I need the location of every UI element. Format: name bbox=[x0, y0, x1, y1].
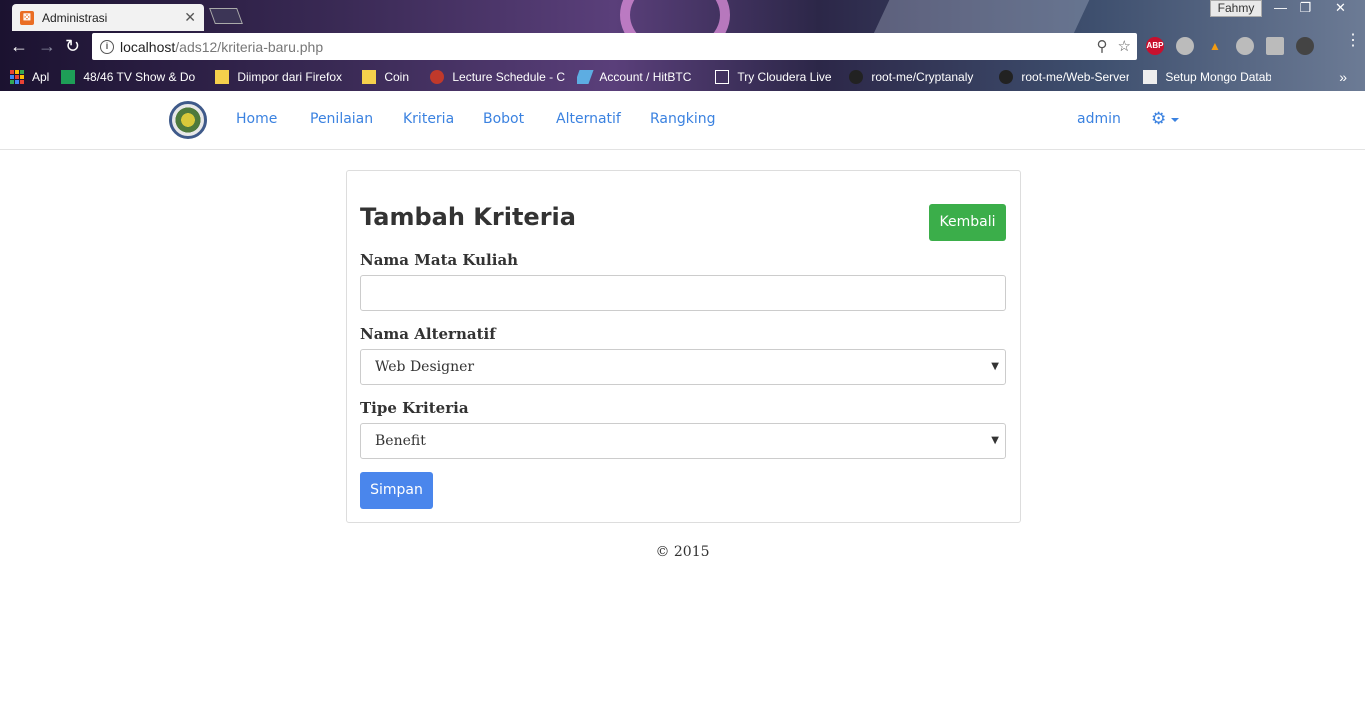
nav-home[interactable]: Home bbox=[236, 111, 277, 127]
zoom-icon[interactable]: ⚲ bbox=[1097, 37, 1108, 55]
nav-bobot[interactable]: Bobot bbox=[483, 111, 524, 127]
tab-title: Administrasi bbox=[42, 10, 108, 25]
bookmark-item[interactable]: root-me/Cryptanaly bbox=[849, 69, 989, 84]
extension-icon[interactable]: ▲ bbox=[1206, 37, 1224, 55]
apps-grid-icon bbox=[10, 69, 24, 84]
bird-icon bbox=[577, 69, 594, 84]
info-icon[interactable]: i bbox=[100, 39, 114, 54]
new-tab-button[interactable] bbox=[209, 8, 243, 24]
bookmark-item[interactable]: Setup Mongo Datab bbox=[1143, 69, 1271, 84]
more-bookmarks-icon[interactable]: » bbox=[1339, 69, 1347, 85]
reload-icon[interactable]: ↻ bbox=[65, 37, 80, 55]
apple-icon bbox=[430, 69, 445, 84]
tipe-kriteria-select[interactable]: Benefit ▼ bbox=[360, 423, 1006, 459]
bookmark-apps[interactable]: Apl bbox=[10, 69, 49, 84]
page-icon bbox=[1143, 69, 1158, 84]
alternatif-select[interactable]: Web Designer ▼ bbox=[360, 349, 1006, 385]
back-button[interactable]: Kembali bbox=[929, 204, 1006, 241]
folder-icon bbox=[215, 69, 230, 84]
github-icon bbox=[849, 69, 864, 84]
sheets-icon bbox=[61, 69, 76, 84]
extension-icon[interactable] bbox=[1266, 37, 1284, 55]
close-tab-icon[interactable]: ✕ bbox=[184, 9, 196, 26]
adblock-icon[interactable]: ABP bbox=[1146, 37, 1164, 55]
maximize-icon[interactable]: ❐ bbox=[1293, 0, 1318, 17]
field-label-tipe: Tipe Kriteria bbox=[360, 399, 469, 417]
bookmark-item[interactable]: 48/46 TV Show & Do bbox=[61, 69, 201, 84]
close-window-icon[interactable]: ✕ bbox=[1318, 0, 1363, 17]
nav-user[interactable]: admin bbox=[1077, 111, 1121, 127]
nav-kriteria[interactable]: Kriteria bbox=[403, 111, 454, 127]
extension-icon[interactable] bbox=[1236, 37, 1254, 55]
bookmarks-bar: Apl 48/46 TV Show & Do Diimpor dari Fire… bbox=[0, 62, 1365, 91]
browser-tab[interactable]: ⊠ Administrasi ✕ bbox=[12, 4, 204, 31]
xampp-icon: ⊠ bbox=[20, 10, 34, 25]
bookmark-item[interactable]: Try Cloudera Live bbox=[715, 69, 839, 84]
nav-alternatif[interactable]: Alternatif bbox=[556, 111, 621, 127]
profile-button[interactable]: Fahmy bbox=[1210, 0, 1262, 17]
page-title: Tambah Kriteria bbox=[360, 203, 576, 231]
github-icon bbox=[999, 69, 1014, 84]
bookmark-item[interactable]: Lecture Schedule - C bbox=[430, 69, 565, 84]
star-icon[interactable]: ☆ bbox=[1118, 37, 1131, 55]
page-icon bbox=[715, 69, 730, 84]
back-arrow-icon[interactable]: ← bbox=[10, 37, 28, 55]
forward-arrow-icon[interactable]: → bbox=[38, 37, 56, 55]
bookmark-item[interactable]: root-me/Web-Server bbox=[999, 69, 1129, 84]
caret-down-icon[interactable] bbox=[1171, 118, 1179, 122]
dropdown-arrow-icon: ▼ bbox=[991, 361, 999, 372]
form-card: Tambah Kriteria Kembali Nama Mata Kuliah… bbox=[346, 170, 1021, 523]
minimize-icon[interactable]: — bbox=[1268, 0, 1293, 17]
address-bar[interactable]: i localhost/ads12/kriteria-baru.php ⚲ ☆ bbox=[92, 33, 1137, 60]
browser-toolbar: ← → ↻ i localhost/ads12/kriteria-baru.ph… bbox=[0, 31, 1365, 62]
nav-penilaian[interactable]: Penilaian bbox=[310, 111, 373, 127]
navbar: Home Penilaian Kriteria Bobot Alternatif… bbox=[0, 91, 1365, 150]
footer-copyright: © 2015 bbox=[655, 544, 710, 560]
field-label-mata-kuliah: Nama Mata Kuliah bbox=[360, 251, 519, 269]
mata-kuliah-input[interactable] bbox=[360, 275, 1006, 311]
menu-icon[interactable]: ⋮ bbox=[1345, 33, 1361, 49]
gear-icon[interactable]: ⚙ bbox=[1151, 109, 1166, 129]
field-label-alternatif: Nama Alternatif bbox=[360, 325, 496, 343]
nav-rangking[interactable]: Rangking bbox=[650, 111, 716, 127]
folder-icon bbox=[362, 69, 377, 84]
dropdown-arrow-icon: ▼ bbox=[991, 435, 999, 446]
extension-icon[interactable] bbox=[1176, 37, 1194, 55]
bookmark-item[interactable]: Account / HitBTC bbox=[577, 69, 703, 84]
browser-chrome: ⊠ Administrasi ✕ Fahmy — ❐ ✕ ← → ↻ i loc… bbox=[0, 0, 1365, 91]
extension-icon[interactable] bbox=[1296, 37, 1314, 55]
save-button[interactable]: Simpan bbox=[360, 472, 433, 509]
url-text: localhost/ads12/kriteria-baru.php bbox=[120, 38, 324, 55]
university-logo[interactable] bbox=[169, 101, 207, 139]
bookmark-item[interactable]: Diimpor dari Firefox bbox=[215, 69, 348, 84]
bookmark-item[interactable]: Coin bbox=[362, 69, 420, 84]
